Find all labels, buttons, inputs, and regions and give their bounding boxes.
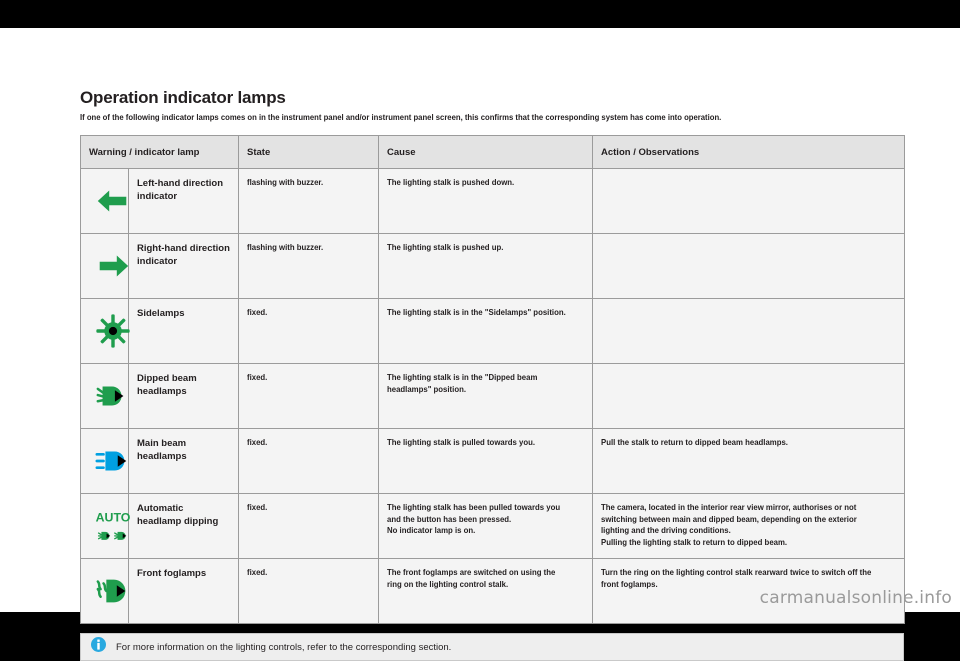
indicator-lamp-icon-cell: [80, 298, 130, 364]
indicator-lamp-action: [592, 233, 905, 299]
indicator-lamp-cause-line: No indicator lamp is on.: [387, 525, 476, 535]
indicator-lamp-cause: The lighting stalk has been pulled towar…: [378, 493, 593, 559]
auto-headlamp-dipping-icon: AUTO: [89, 502, 137, 550]
indicator-lamp-action-line: Pull the stalk to return to dipped beam …: [601, 437, 788, 447]
indicator-lamp-cause: The lighting stalk is pushed up.: [378, 233, 593, 299]
indicator-lamp-state-line: flashing with buzzer.: [247, 242, 324, 252]
indicator-lamp-action: [592, 168, 905, 234]
site-watermark: carmanualsonline.info: [759, 588, 952, 608]
table-header-row: Warning / indicator lamp State Cause Act…: [80, 135, 905, 169]
indicator-lamp-cause-line: The lighting stalk is in the "Dipped bea…: [387, 372, 538, 394]
indicator-lamp-state: fixed.: [238, 298, 379, 364]
page-title: Operation indicator lamps: [80, 88, 286, 107]
svg-text:AUTO: AUTO: [96, 510, 131, 524]
indicator-lamp-name: Left-hand direction indicator: [128, 168, 239, 234]
table-row: Dipped beam headlamps fixed. The lighting …: [80, 363, 905, 429]
indicator-lamp-cause-line: The lighting stalk has been pulled towar…: [387, 502, 561, 524]
indicator-lamp-state: flashing with buzzer.: [238, 168, 379, 234]
indicator-lamp-action: [592, 363, 905, 429]
indicator-lamp-action: The camera, located in the interior rear…: [592, 493, 905, 559]
indicator-lamp-cause: The lighting stalk is in the "Sidelamps"…: [378, 298, 593, 364]
indicator-lamp-cause-line: The lighting stalk is in the "Sidelamps"…: [387, 307, 566, 317]
indicator-lamp-cause: The lighting stalk is pushed down.: [378, 168, 593, 234]
table-row: Left-hand direction indicator flashing wi…: [80, 168, 905, 234]
indicator-lamp-icon-cell: [80, 363, 129, 429]
indicator-lamp-icon-cell: [80, 428, 129, 494]
indicator-lamp-cause-line: The lighting stalk is pulled towards you…: [387, 437, 536, 447]
right-arrow-icon: [89, 242, 137, 290]
indicator-lamp-state-line: fixed.: [247, 567, 268, 577]
indicator-lamp-name: Automatic headlamp dipping: [128, 493, 239, 559]
column-header-action-observations: Action / Observations: [592, 135, 905, 169]
indicator-lamp-action-line: Turn the ring on the lighting control st…: [601, 567, 872, 589]
table-row: Right-hand direction indicator flashing w…: [80, 233, 905, 299]
indicator-lamp-state: fixed.: [238, 493, 379, 559]
dipped-beam-headlamp-icon: [89, 372, 137, 420]
indicator-lamp-state: fixed.: [238, 428, 379, 494]
operation-indicator-lamps-table: Warning / indicator lamp State Cause Act…: [80, 135, 905, 624]
indicator-lamp-state: fixed.: [238, 558, 379, 624]
table-body: Left-hand direction indicator flashing wi…: [80, 168, 905, 624]
indicator-lamp-state-line: fixed.: [247, 307, 268, 317]
indicator-lamp-icon-cell: AUTO: [80, 493, 131, 559]
indicator-lamp-name: Dipped beam headlamps: [128, 363, 239, 429]
indicator-lamp-state-line: flashing with buzzer.: [247, 177, 324, 187]
page-content: Operation indicator lamps If one of the …: [80, 88, 905, 661]
indicator-lamp-action: [592, 298, 905, 364]
indicator-lamp-name: Front foglamps: [128, 558, 239, 624]
page-subtitle: If one of the following indicator lamps …: [80, 112, 722, 122]
indicator-lamp-state: flashing with buzzer.: [238, 233, 379, 299]
indicator-lamp-cause-line: The lighting stalk is pushed down.: [387, 177, 515, 187]
indicator-lamp-name: Main beam headlamps: [128, 428, 239, 494]
indicator-lamp-cause-line: The front foglamps are switched on using…: [387, 567, 556, 589]
indicator-lamp-action-line: The camera, located in the interior rear…: [601, 502, 857, 535]
info-note-bar: For more information on the lighting con…: [80, 633, 904, 661]
indicator-lamp-action-line: Pulling the lighting stalk to return to …: [601, 536, 788, 547]
indicator-lamp-name: Sidelamps: [128, 298, 239, 364]
page-sheet: Operation indicator lamps If one of the …: [0, 28, 960, 661]
table-row: AUTO Automatic headlamp dipping fixed. The …: [80, 493, 905, 559]
indicator-lamp-cause-line: The lighting stalk is pushed up.: [387, 242, 504, 252]
indicator-lamp-name: Right-hand direction indicator: [128, 233, 239, 299]
indicator-lamp-icon-cell: [80, 168, 129, 234]
indicator-lamp-state-line: fixed.: [247, 502, 268, 512]
indicator-lamp-cause: The lighting stalk is pulled towards you…: [378, 428, 593, 494]
info-note-text: For more information on the lighting con…: [116, 641, 452, 653]
left-arrow-icon: [89, 177, 137, 225]
indicator-lamp-state-line: fixed.: [247, 437, 268, 447]
indicator-lamp-icon-cell: [80, 233, 129, 299]
sidelamps-icon: [89, 307, 137, 355]
table-row: Main beam headlamps fixed. The lighting st…: [80, 428, 905, 494]
indicator-lamp-action: Pull the stalk to return to dipped beam …: [592, 428, 905, 494]
column-header-cause: Cause: [378, 135, 593, 169]
front-foglamp-icon: [89, 567, 137, 615]
indicator-lamp-state: fixed.: [238, 363, 379, 429]
indicator-lamp-cause: The front foglamps are switched on using…: [378, 558, 593, 624]
indicator-lamp-icon-cell: [80, 558, 129, 624]
indicator-lamp-state-line: fixed.: [247, 372, 268, 382]
info-icon: [91, 637, 106, 657]
column-header-state: State: [238, 135, 379, 169]
column-header-warning-indicator-lamp: Warning / indicator lamp: [80, 135, 239, 169]
main-beam-headlamp-icon: [89, 437, 137, 485]
indicator-lamp-cause: The lighting stalk is in the "Dipped bea…: [378, 363, 593, 429]
table-row: Sidelamps fixed. The lighting stalk is in …: [80, 298, 905, 364]
